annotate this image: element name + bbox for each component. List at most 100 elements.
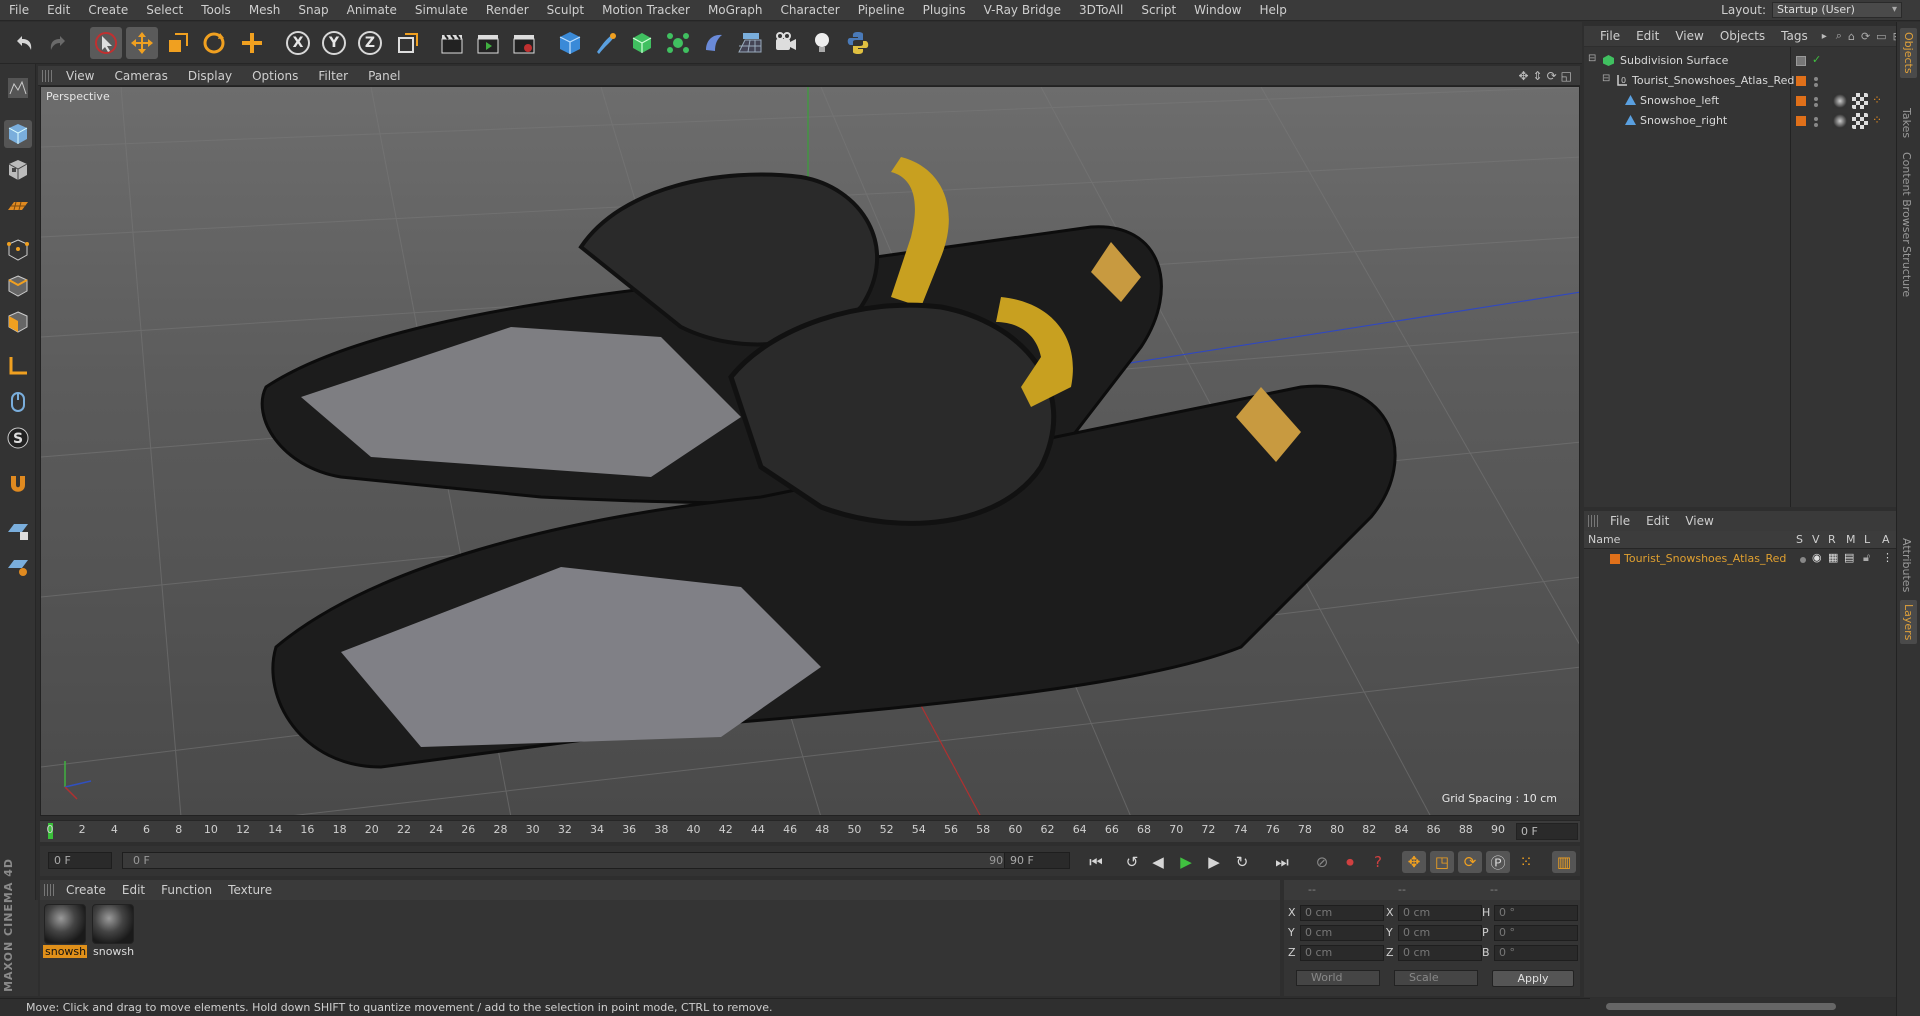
key-position-button[interactable]: ✥	[1402, 851, 1426, 873]
menu-render[interactable]: Render	[477, 3, 538, 17]
material-tag-icon[interactable]	[1832, 93, 1848, 109]
workplane-settings-button[interactable]	[4, 552, 32, 580]
add-generator-button[interactable]	[626, 27, 658, 59]
menu-create[interactable]: Create	[79, 3, 137, 17]
maximize-icon[interactable]: ◱	[1561, 69, 1572, 83]
menu-3dtoall[interactable]: 3DToAll	[1070, 3, 1132, 17]
size-x-field[interactable]: 0 cm	[1398, 905, 1482, 921]
viewport-menu-filter[interactable]: Filter	[308, 69, 358, 83]
render-toggle-icon[interactable]: ▦	[1828, 551, 1838, 564]
timeline-window-button[interactable]: ▥	[1552, 851, 1576, 873]
viewport-menu-view[interactable]: View	[56, 69, 104, 83]
menu-script[interactable]: Script	[1132, 3, 1185, 17]
texture-mode-button[interactable]	[4, 156, 32, 184]
lock-workplane-button[interactable]	[4, 516, 32, 544]
minimize-icon[interactable]: ▭	[1873, 30, 1889, 43]
material-item[interactable]: snowsh	[91, 904, 135, 960]
axis-mode-button[interactable]	[4, 352, 32, 380]
material-menu-edit[interactable]: Edit	[114, 883, 153, 897]
edges-mode-button[interactable]	[4, 272, 32, 300]
object-menu-file[interactable]: File	[1592, 29, 1628, 43]
position-y-field[interactable]: 0 cm	[1300, 925, 1384, 941]
position-z-field[interactable]: 0 cm	[1300, 945, 1384, 961]
animation-toggle-icon[interactable]: ⋮	[1882, 551, 1893, 564]
rotate-tool-button[interactable]	[198, 27, 230, 59]
viewport-menu-display[interactable]: Display	[178, 69, 242, 83]
key-rotation-button[interactable]: ⟳	[1458, 851, 1482, 873]
move-tool-button[interactable]	[126, 27, 158, 59]
material-item[interactable]: snowsh	[43, 904, 87, 960]
menu-edit[interactable]: Edit	[38, 3, 79, 17]
z-axis-lock-button[interactable]: Z	[354, 27, 386, 59]
perspective-viewport[interactable]: Perspective Grid Spacing : 10 cm	[40, 86, 1580, 816]
next-key-button[interactable]: ↻	[1230, 851, 1254, 873]
tab-structure[interactable]: Structure	[1900, 246, 1913, 297]
previous-frame-button[interactable]: ◀	[1146, 851, 1170, 873]
apply-button[interactable]: Apply	[1492, 970, 1574, 987]
object-row-snowshoe-left[interactable]: Snowshoe_left ⁘	[1584, 91, 1896, 111]
horizontal-scrollbar[interactable]	[1590, 998, 1896, 1016]
menu-window[interactable]: Window	[1185, 3, 1250, 17]
add-mograph-button[interactable]	[662, 27, 694, 59]
size-z-field[interactable]: 0 cm	[1398, 945, 1482, 961]
layer-menu-edit[interactable]: Edit	[1638, 514, 1677, 528]
layer-color-swatch[interactable]	[1610, 554, 1620, 564]
render-view-button[interactable]	[436, 27, 468, 59]
menu-mograph[interactable]: MoGraph	[699, 3, 772, 17]
render-dot-icon[interactable]	[1814, 103, 1818, 107]
menu-file[interactable]: File	[0, 3, 38, 17]
panel-grip-icon[interactable]	[44, 884, 54, 896]
key-scale-button[interactable]: ◳	[1430, 851, 1454, 873]
layout-select[interactable]: Startup (User)	[1772, 2, 1902, 18]
visibility-dot-icon[interactable]	[1814, 117, 1818, 121]
add-deformer-button[interactable]	[698, 27, 730, 59]
key-parameter-button[interactable]: Ⓟ	[1486, 851, 1510, 873]
size-y-field[interactable]: 0 cm	[1398, 925, 1482, 941]
layer-menu-view[interactable]: View	[1677, 514, 1721, 528]
pan-icon[interactable]: ✥	[1518, 69, 1528, 83]
material-menu-create[interactable]: Create	[58, 883, 114, 897]
orbit-icon[interactable]: ⟳	[1547, 69, 1557, 83]
menu-plugins[interactable]: Plugins	[914, 3, 975, 17]
layer-row[interactable]: Tourist_Snowshoes_Atlas_Red ◉ ▦ ▤ 🔓︎ ⋮	[1584, 549, 1896, 569]
menu-character[interactable]: Character	[771, 3, 848, 17]
live-selection-button[interactable]	[90, 27, 122, 59]
record-keys-button[interactable]: ⊘	[1310, 851, 1334, 873]
timeline-frame-field[interactable]: 0 F	[1516, 823, 1578, 840]
previous-key-button[interactable]: ↺	[1120, 851, 1144, 873]
tab-takes[interactable]: Takes	[1900, 108, 1913, 138]
rotation-h-field[interactable]: 0 °	[1494, 905, 1578, 921]
undo-button[interactable]	[8, 27, 40, 59]
menu-pipeline[interactable]: Pipeline	[849, 3, 914, 17]
refresh-icon[interactable]: ⟳	[1858, 30, 1873, 43]
render-picture-viewer-button[interactable]	[472, 27, 504, 59]
lock-toggle-icon[interactable]: 🔓︎	[1863, 551, 1870, 565]
dolly-icon[interactable]: ⇕	[1533, 69, 1543, 83]
solo-toggle-icon[interactable]	[1800, 557, 1806, 563]
material-menu-texture[interactable]: Texture	[220, 883, 280, 897]
layer-menu-file[interactable]: File	[1602, 514, 1638, 528]
search-icon[interactable]: ⌕	[1833, 29, 1845, 43]
material-tag-icon[interactable]	[1832, 113, 1848, 129]
autokey-button[interactable]: ⏺	[1338, 851, 1362, 873]
add-spline-pen-button[interactable]	[590, 27, 622, 59]
redo-button[interactable]	[42, 27, 74, 59]
visibility-dot-icon[interactable]	[1814, 97, 1818, 101]
home-icon[interactable]: ⌂	[1845, 30, 1858, 43]
y-axis-lock-button[interactable]: Y	[318, 27, 350, 59]
layer-swatch[interactable]	[1796, 56, 1806, 66]
uvw-tag-icon[interactable]	[1852, 113, 1868, 129]
go-to-start-button[interactable]: ⏮	[1084, 851, 1108, 873]
last-tool-button[interactable]	[236, 27, 268, 59]
render-settings-button[interactable]	[508, 27, 540, 59]
menu-tools[interactable]: Tools	[192, 3, 240, 17]
add-environment-button[interactable]	[734, 27, 766, 59]
object-menu-objects[interactable]: Objects	[1712, 29, 1773, 43]
coordinate-system-button[interactable]	[392, 27, 424, 59]
rotation-p-field[interactable]: 0 °	[1494, 925, 1578, 941]
timeline-ruler[interactable]: 0 2 4 6 8 10 12 14 16 18 20 22 24 26 28 30 32 34 36 38 40 42 4…	[40, 820, 1580, 842]
collapse-icon[interactable]: ⊟	[1602, 73, 1610, 84]
tab-attributes[interactable]: Attributes	[1900, 538, 1913, 592]
panel-grip-icon[interactable]	[42, 69, 52, 82]
coordinate-space-select[interactable]: World	[1296, 970, 1380, 986]
